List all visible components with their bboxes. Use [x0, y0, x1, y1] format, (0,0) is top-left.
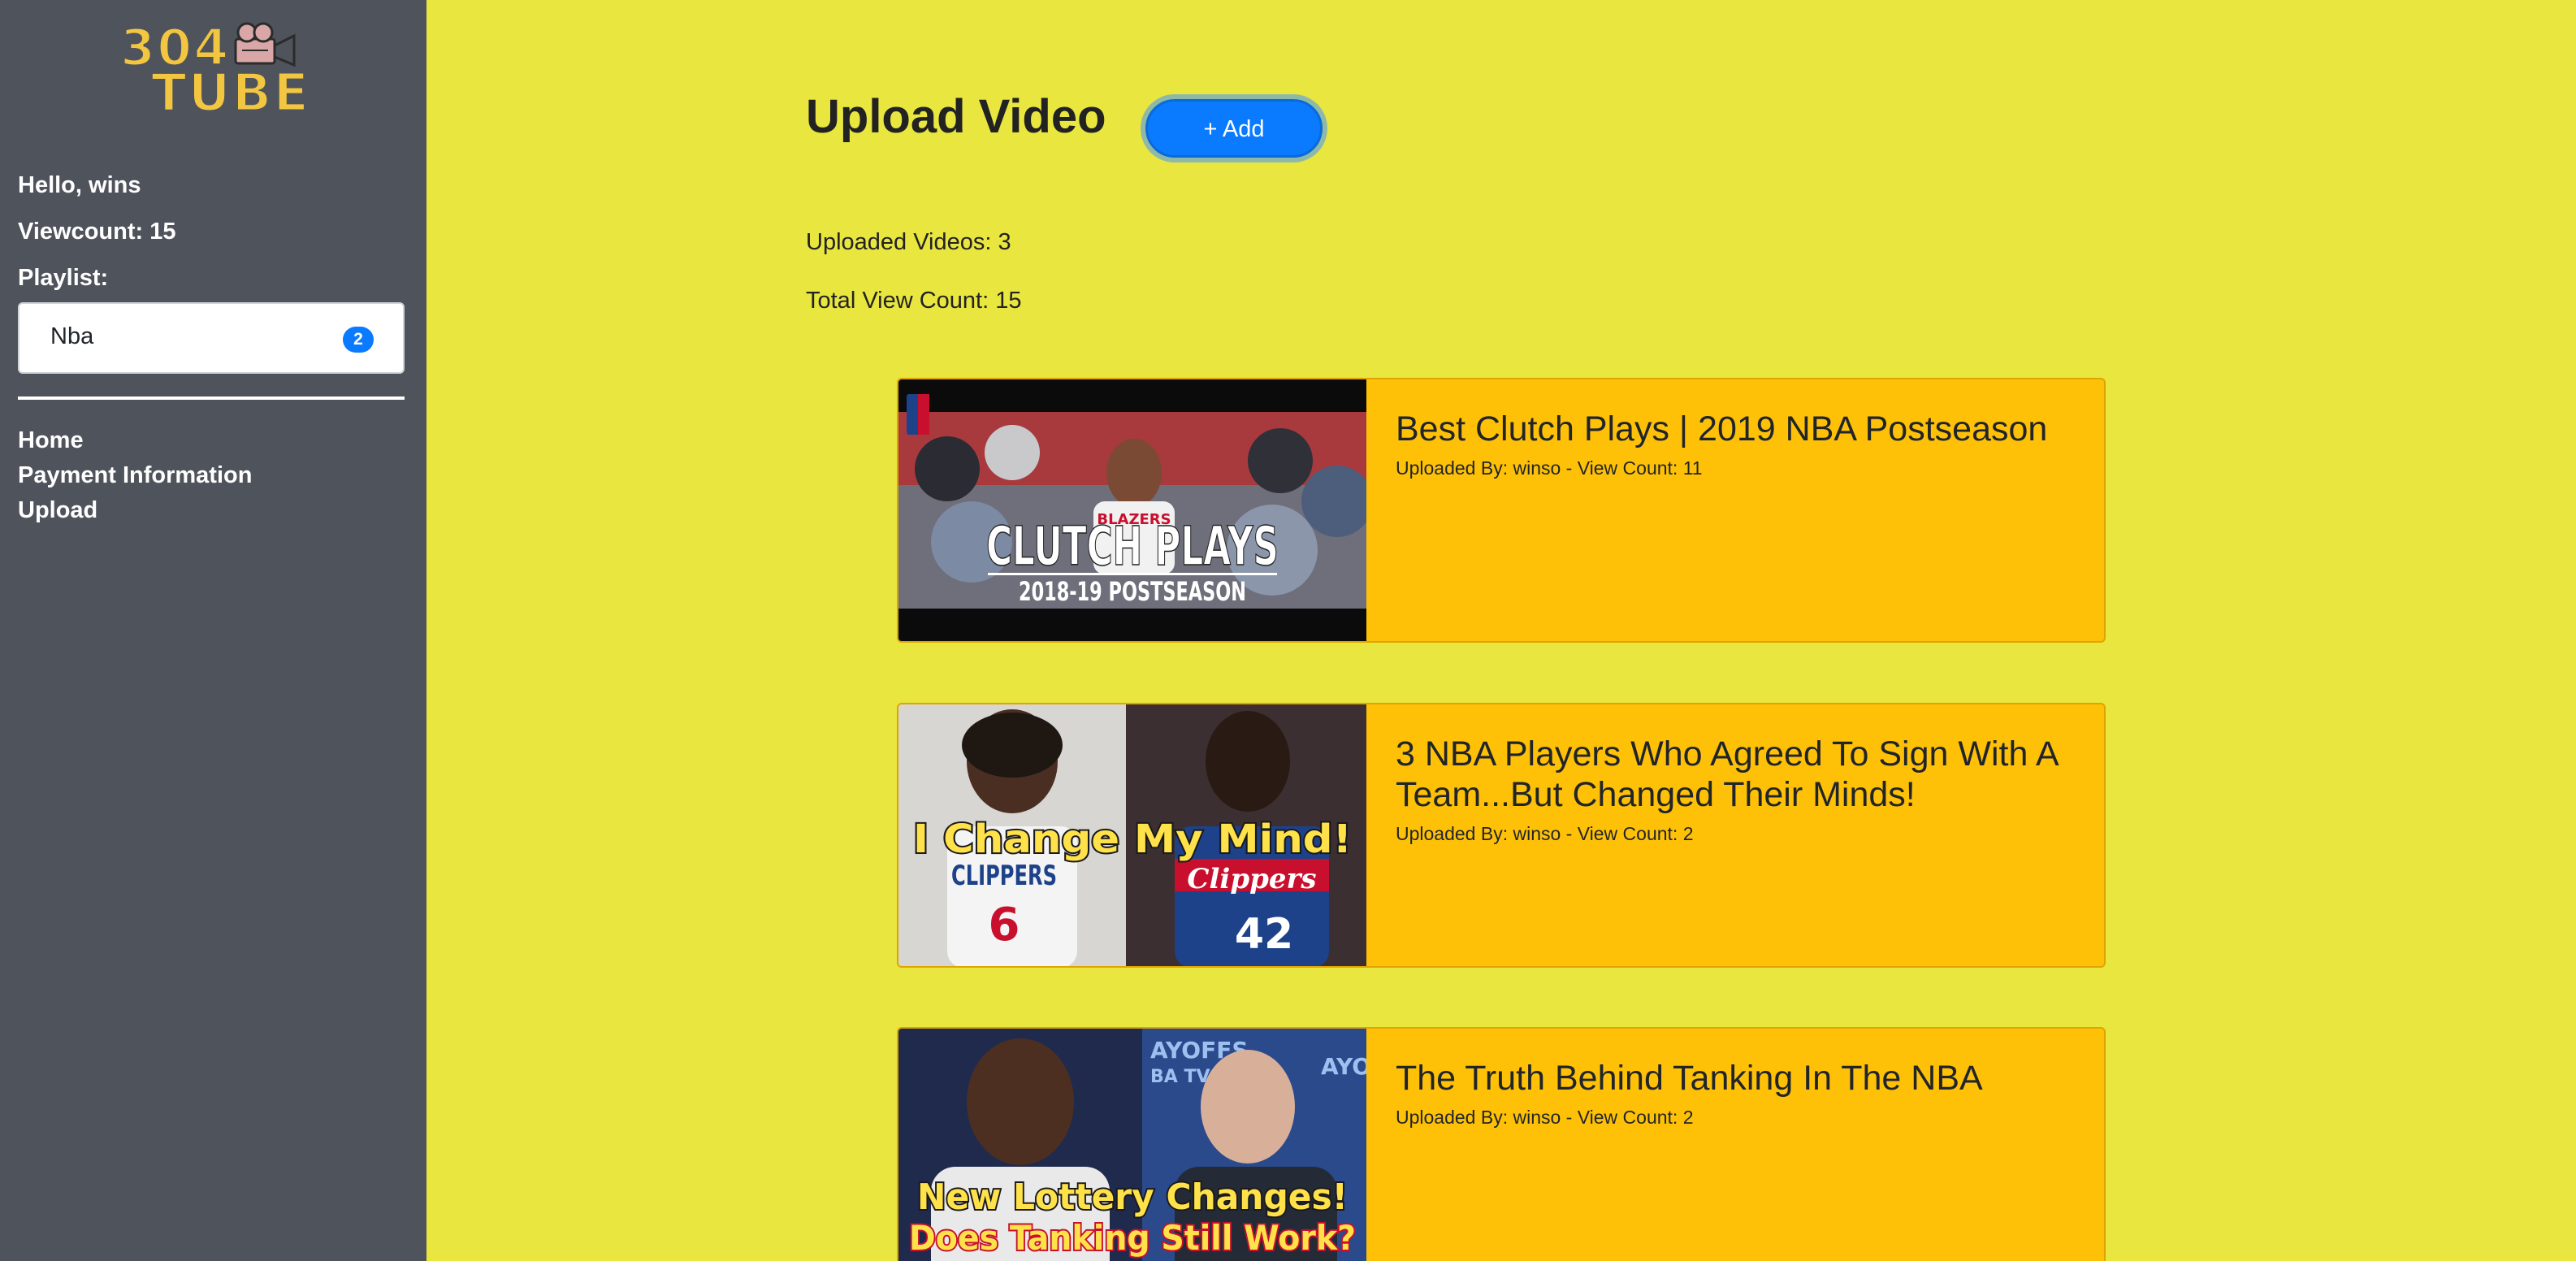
thumb-title-text: I Change My Mind!: [913, 817, 1352, 862]
thumb-title-text: CLUTCH PLAYS: [986, 515, 1279, 578]
total-view-count: Total View Count: 15: [806, 288, 1022, 314]
video-meta: Uploaded By: winso - View Count: 2: [1396, 823, 1694, 844]
video-title[interactable]: 3 NBA Players Who Agreed To Sign With A …: [1396, 734, 2086, 815]
video-thumbnail[interactable]: AYOFFS BA TV AYO New Lottery Changes! Do…: [898, 1029, 1366, 1261]
video-meta: Uploaded By: winso - View Count: 11: [1396, 457, 1703, 479]
nav-link-payment-information[interactable]: Payment Information: [18, 462, 252, 489]
thumb-subtitle-text: Does Tanking Still Work?: [909, 1218, 1356, 1258]
thumb-number-2: 42: [1235, 910, 1293, 959]
thumb-number-1: 6: [989, 899, 1020, 951]
uploaded-videos-count: Uploaded Videos: 3: [806, 229, 1011, 255]
video-thumbnail[interactable]: BLAZERS CLUTCH PLAYS 2018-19 POSTSEASON: [898, 379, 1366, 641]
thumb-subtitle-text: 2018-19 POSTSEASON: [1019, 576, 1246, 607]
video-card[interactable]: BLAZERS CLUTCH PLAYS 2018-19 POSTSEASON …: [897, 378, 2106, 643]
thumb-jersey-text-2: Clippers: [1187, 863, 1316, 895]
movie-camera-icon: [234, 22, 296, 67]
video-card[interactable]: CLIPPERS 6 Clippers 42 I Change My Mind!…: [897, 703, 2106, 968]
video-thumbnail[interactable]: CLIPPERS 6 Clippers 42 I Change My Mind!: [898, 704, 1366, 966]
page-title: Upload Video: [806, 90, 1106, 143]
thumb-backdrop-text-2: BA TV: [1150, 1067, 1210, 1087]
add-video-button[interactable]: + Add: [1145, 99, 1323, 158]
playlist-name: Nba: [50, 323, 94, 349]
video-card[interactable]: AYOFFS BA TV AYO New Lottery Changes! Do…: [897, 1027, 2106, 1261]
sidebar-divider: [18, 396, 405, 400]
playlist-item-nba[interactable]: Nba 2: [18, 302, 405, 374]
thumb-title-text: New Lottery Changes!: [917, 1176, 1348, 1218]
greeting-text: Hello, wins: [18, 172, 141, 198]
video-title[interactable]: The Truth Behind Tanking In The NBA: [1396, 1058, 2086, 1098]
viewcount-text: Viewcount: 15: [18, 219, 176, 245]
logo-text-tube: TUBE: [149, 63, 311, 125]
video-meta: Uploaded By: winso - View Count: 2: [1396, 1107, 1694, 1128]
thumb-backdrop-text-3: AYO: [1321, 1053, 1366, 1080]
nav-link-upload[interactable]: Upload: [18, 497, 97, 524]
video-title[interactable]: Best Clutch Plays | 2019 NBA Postseason: [1396, 409, 2086, 449]
playlist-count-badge: 2: [343, 327, 374, 353]
sidebar: 304 TUBE Hello, wins Viewcount: 15 Playl…: [0, 0, 426, 1261]
playlist-heading: Playlist:: [18, 265, 109, 291]
nav-link-home[interactable]: Home: [18, 427, 84, 454]
site-logo[interactable]: 304 TUBE: [119, 17, 310, 125]
thumb-jersey-text-1: CLIPPERS: [951, 860, 1057, 892]
